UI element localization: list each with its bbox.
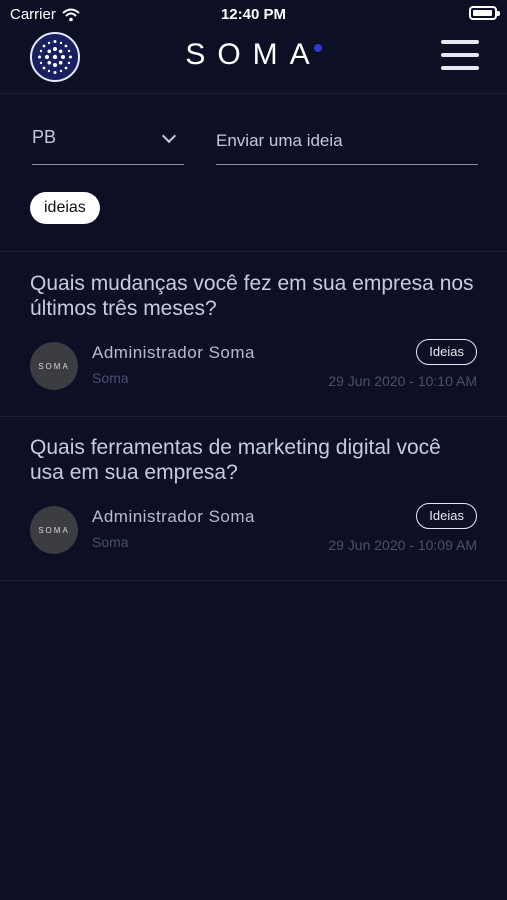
battery-icon bbox=[469, 6, 500, 20]
nav-bar: SOMA bbox=[0, 28, 507, 94]
post-date: 29 Jun 2020 - 10:10 AM bbox=[328, 373, 477, 389]
post-tag[interactable]: Ideias bbox=[416, 503, 477, 529]
brand-label: SOMA bbox=[185, 38, 322, 71]
status-bar: Carrier 12:40 PM bbox=[0, 0, 507, 28]
hamburger-line-icon bbox=[441, 53, 479, 57]
hamburger-line-icon bbox=[441, 66, 479, 70]
post-organization: Soma bbox=[92, 534, 129, 550]
idea-input[interactable] bbox=[216, 123, 478, 165]
post-card[interactable]: Quais ferramentas de marketing digital v… bbox=[0, 417, 507, 581]
post-author: Administrador Soma bbox=[92, 343, 256, 362]
filter-chip-ideias[interactable]: ideias bbox=[30, 192, 100, 224]
avatar-logo-text: SOMA bbox=[38, 361, 70, 371]
post-author: Administrador Soma bbox=[92, 507, 256, 526]
post-organization: Soma bbox=[92, 370, 129, 386]
post-date: 29 Jun 2020 - 10:09 AM bbox=[328, 537, 477, 553]
post-title[interactable]: Quais ferramentas de marketing digital v… bbox=[30, 435, 480, 485]
avatar: SOMA bbox=[30, 506, 78, 554]
language-select[interactable]: PB bbox=[32, 123, 184, 165]
brand-dot-icon bbox=[313, 44, 322, 52]
post-title[interactable]: Quais mudanças você fez em sua empresa n… bbox=[30, 271, 480, 321]
post-card[interactable]: Quais mudanças você fez em sua empresa n… bbox=[0, 253, 507, 417]
clock: 12:40 PM bbox=[220, 6, 287, 23]
chevron-down-icon bbox=[161, 128, 177, 144]
avatar-logo-text: SOMA bbox=[38, 525, 70, 535]
brand-title: SOMA bbox=[0, 38, 507, 72]
avatar: SOMA bbox=[30, 342, 78, 390]
post-tag[interactable]: Ideias bbox=[416, 339, 477, 365]
filter-area: PB ideias bbox=[0, 95, 507, 252]
hamburger-line-icon bbox=[441, 40, 479, 44]
battery-level bbox=[473, 10, 492, 16]
menu-button[interactable] bbox=[441, 40, 479, 70]
language-select-value: PB bbox=[32, 127, 57, 147]
